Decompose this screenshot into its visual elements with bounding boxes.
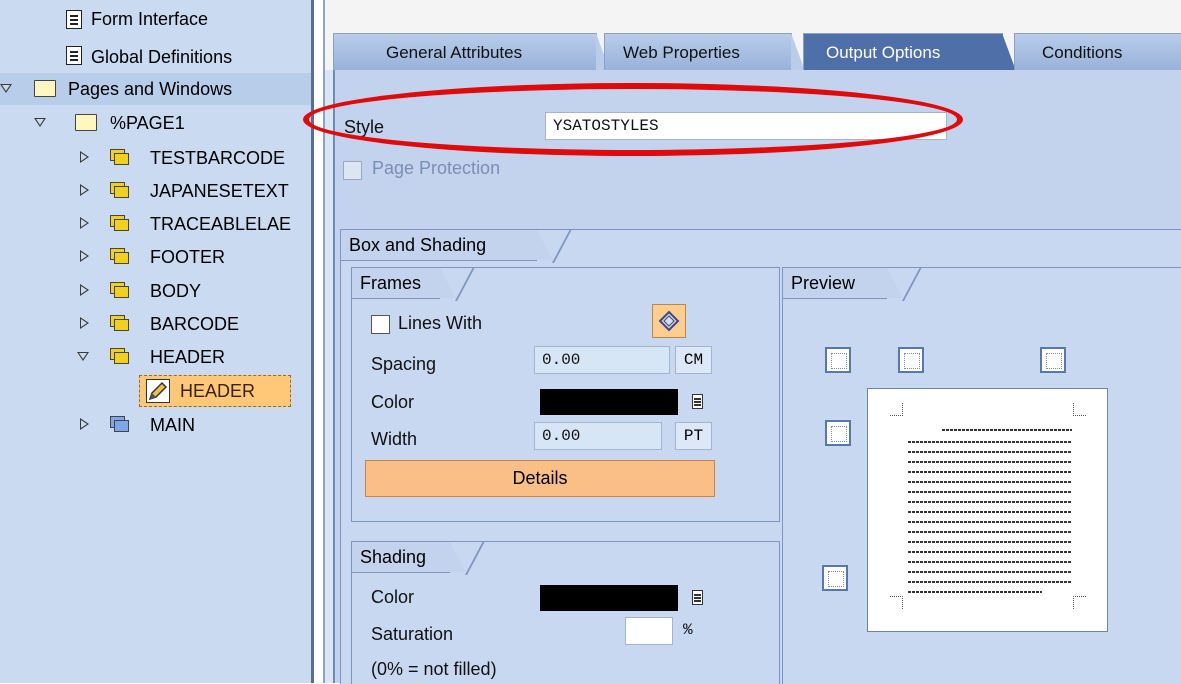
tab-label: Output Options [826,43,941,62]
expand-icon[interactable] [80,184,89,196]
tree-item-label: FOOTER [150,247,225,267]
highlight-oval-annotation [303,83,963,156]
tree-item-label: Form Interface [91,9,209,29]
tab-label: Conditions [1042,43,1123,62]
tree-item-traceablelabel[interactable]: TRACEABLELAE [0,208,311,240]
frame-bottom-button[interactable] [822,565,848,591]
tab-output-options[interactable]: Output Options [803,33,1016,71]
frame-left-button[interactable] [898,347,924,373]
collapse-icon[interactable] [34,118,46,127]
tree-item-page1[interactable]: %PAGE1 [0,107,311,139]
details-button[interactable]: Details [365,460,715,497]
tree-item-label: MAIN [150,415,195,435]
width-label: Width [371,429,418,449]
group-title-text: Preview [791,273,856,293]
tree-item-header-window[interactable]: HEADER [0,341,311,373]
shading-color-swatch[interactable] [540,585,678,611]
tree-item-label: HEADER [150,347,226,367]
frame-dialog-button[interactable] [652,304,686,338]
spacing-label: Spacing [371,354,437,374]
preview-title: Preview [783,268,922,301]
collapse-icon[interactable] [0,84,12,93]
pencil-icon [146,379,170,403]
pane-gap [314,0,323,683]
expand-icon[interactable] [80,217,89,229]
expand-icon[interactable] [80,250,89,262]
frames-title: Frames [352,268,475,301]
width-unit[interactable]: PT [675,422,712,450]
tab-conditions[interactable]: Conditions [1014,33,1181,71]
tree-item-body[interactable]: BODY [0,275,311,307]
folder-icon [34,80,56,97]
color-dropdown-icon[interactable] [692,394,703,409]
document-icon [66,46,82,65]
tree-item-form-interface[interactable]: Form Interface [0,5,311,37]
window-icon [110,315,129,331]
tab-label: General Attributes [386,43,523,62]
width-input[interactable]: 0.00 [534,422,662,450]
frame-color-label: Color [371,392,415,412]
lines-with-checkbox[interactable] [371,315,390,334]
expand-icon[interactable] [80,418,89,430]
color-dropdown-icon[interactable] [692,590,703,605]
saturation-unit: % [683,621,693,639]
form-tree-pane: Form Interface Global Definitions Pages … [0,0,311,683]
box-and-shading-title: Box and Shading [341,230,572,263]
diamond-frame-icon [658,310,680,332]
group-title-text: Frames [360,273,422,293]
saturation-note: (0% = not filled) [371,659,497,679]
lines-with-label: Lines With [398,313,483,333]
frame-color-swatch[interactable] [540,389,678,415]
tree-item-label: BARCODE [150,314,240,334]
saturation-input[interactable] [625,617,673,645]
expand-icon[interactable] [80,317,89,329]
tree-item-label: Pages and Windows [68,79,233,99]
main-window-icon [110,416,129,432]
tree-item-footer[interactable]: FOOTER [0,241,311,273]
frame-right-button[interactable] [1040,347,1066,373]
tree-item-header-text-selected[interactable]: HEADER [139,375,291,407]
spacing-input[interactable]: 0.00 [534,346,670,374]
frame-all-button[interactable] [825,347,851,373]
shading-title: Shading [352,542,485,575]
tree-item-label: Global Definitions [91,47,233,67]
tree-item-global-definitions[interactable]: Global Definitions [0,41,311,73]
tree-item-pages-and-windows[interactable]: Pages and Windows [0,73,311,105]
window-icon [110,149,129,165]
window-icon [110,282,129,298]
tree-item-label: TRACEABLELAE [150,214,292,234]
tree-item-label: HEADER [180,381,256,401]
expand-icon[interactable] [80,151,89,163]
tree-item-label: %PAGE1 [110,113,185,133]
tab-web-properties[interactable]: Web Properties [604,33,805,71]
group-title-text: Box and Shading [349,235,487,255]
group-title-text: Shading [360,547,427,567]
collapse-icon[interactable] [77,352,89,361]
tab-general-attributes[interactable]: General Attributes [333,33,610,71]
preview-canvas [867,388,1108,632]
tab-label: Web Properties [623,43,740,62]
tree-item-barcode[interactable]: BARCODE [0,308,311,340]
expand-icon[interactable] [80,284,89,296]
page-protection-checkbox[interactable] [343,161,362,180]
tree-item-japanesetext[interactable]: JAPANESETEXT [0,175,311,207]
window-icon [110,182,129,198]
saturation-label: Saturation [371,624,454,644]
tree-item-testbarcode[interactable]: TESTBARCODE [0,142,311,174]
tree-item-main[interactable]: MAIN [0,409,311,441]
spacing-unit[interactable]: CM [675,346,712,374]
tree-item-label: JAPANESETEXT [150,181,289,201]
page-protection-label: Page Protection [372,158,501,178]
tree-item-label: BODY [150,281,202,301]
folder-icon [75,114,97,131]
tree-item-label: TESTBARCODE [150,148,286,168]
window-icon [110,215,129,231]
window-icon [110,248,129,264]
window-icon [110,348,129,364]
frame-top-button[interactable] [825,420,851,446]
document-icon [66,10,82,29]
shading-color-label: Color [371,587,415,607]
